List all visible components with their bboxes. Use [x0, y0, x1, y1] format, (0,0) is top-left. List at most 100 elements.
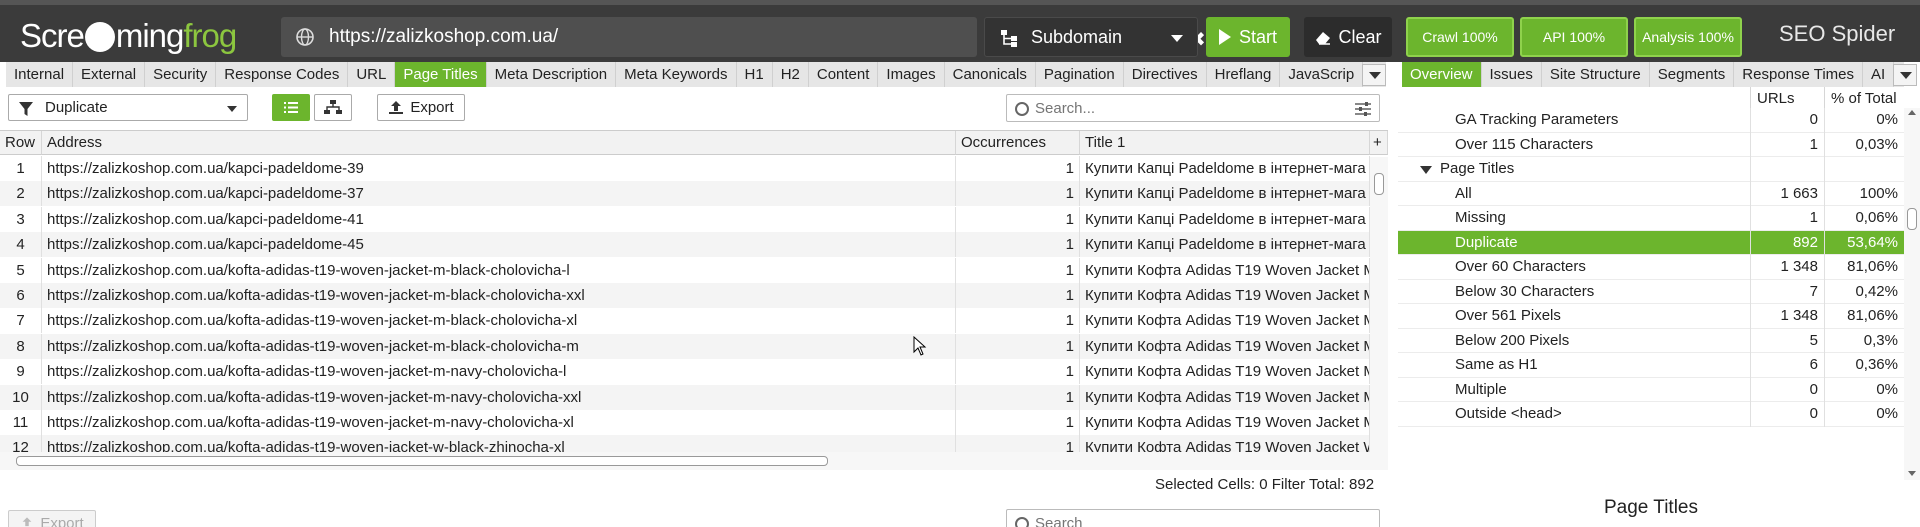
arrow-up-icon[interactable]	[1908, 110, 1916, 115]
cell-row-number[interactable]: 9	[0, 359, 42, 385]
column-header-address[interactable]: Address	[42, 131, 956, 155]
cell-row-number[interactable]: 4	[0, 232, 42, 258]
overview-item[interactable]: All 1 663 100%	[1398, 181, 1904, 206]
tab-hreflang[interactable]: Hreflang	[1206, 62, 1281, 87]
search-box[interactable]	[1006, 94, 1380, 122]
tree-view-button[interactable]	[314, 94, 352, 121]
column-header-row[interactable]: Row	[0, 131, 42, 155]
cell-title[interactable]: Купити Кофта Adidas T19 Woven Jacket M	[1080, 283, 1370, 308]
tab-directives[interactable]: Directives	[1123, 62, 1207, 87]
scrollbar-thumb[interactable]	[1907, 208, 1917, 230]
cell-address[interactable]: https://zalizkoshop.com.ua/kofta-adidas-…	[42, 308, 956, 334]
export-button[interactable]: Export	[377, 94, 465, 121]
table-row[interactable]: 3 https://zalizkoshop.com.ua/kapci-padeld…	[0, 206, 1370, 232]
cell-address[interactable]: https://zalizkoshop.com.ua/kofta-adidas-…	[42, 384, 956, 410]
tab-security[interactable]: Security	[145, 62, 217, 87]
scrollbar-thumb[interactable]	[16, 456, 828, 466]
table-row[interactable]: 1 https://zalizkoshop.com.ua/kapci-padeld…	[0, 156, 1370, 181]
overview-item[interactable]: Over 60 Characters 1 348 81,06%	[1398, 255, 1904, 280]
cell-row-number[interactable]: 1	[0, 156, 42, 181]
url-bar[interactable]: https://zalizkoshop.com.ua/ ✖	[281, 17, 1235, 57]
column-header-occurrences[interactable]: Occurrences	[956, 131, 1080, 155]
cell-address[interactable]: https://zalizkoshop.com.ua/kofta-adidas-…	[42, 359, 956, 385]
table-row[interactable]: 12 https://zalizkoshop.com.ua/kofta-adida…	[0, 435, 1370, 452]
cell-address[interactable]: https://zalizkoshop.com.ua/kapci-padeldo…	[42, 156, 956, 181]
tab-meta-keywords[interactable]: Meta Keywords	[616, 62, 737, 87]
sliders-icon[interactable]	[1355, 102, 1371, 116]
cell-occurrences[interactable]: 1	[956, 384, 1080, 410]
overview-item[interactable]: Multiple 0 0%	[1398, 377, 1904, 402]
cell-address[interactable]: https://zalizkoshop.com.ua/kofta-adidas-…	[42, 435, 956, 452]
cell-title[interactable]: Купити Кофта Adidas T19 Woven Jacket W	[1080, 435, 1370, 452]
cell-title[interactable]: Купити Капці Padeldome в інтернет-мага	[1080, 156, 1370, 181]
table-row[interactable]: 6 https://zalizkoshop.com.ua/kofta-adidas…	[0, 283, 1370, 308]
table-row[interactable]: 11 https://zalizkoshop.com.ua/kofta-adida…	[0, 410, 1370, 435]
cell-row-number[interactable]: 8	[0, 333, 42, 359]
vertical-scrollbar[interactable]	[1370, 157, 1388, 452]
tab-external[interactable]: External	[73, 62, 146, 87]
tab-content[interactable]: Content	[808, 62, 879, 87]
overview-item[interactable]: Over 561 Pixels 1 348 81,06%	[1398, 304, 1904, 329]
overview-item[interactable]: Duplicate 892 53,64%	[1398, 230, 1904, 255]
tab-page-titles[interactable]: Page Titles	[395, 62, 487, 87]
cell-title[interactable]: Купити Кофта Adidas T19 Woven Jacket M	[1080, 384, 1370, 410]
crawl-progress-button[interactable]: Crawl 100%	[1406, 17, 1514, 57]
tab-h2[interactable]: H2	[772, 62, 809, 87]
cell-title[interactable]: Купити Кофта Adidas T19 Woven Jacket M	[1080, 308, 1370, 334]
tab-canonicals[interactable]: Canonicals	[944, 62, 1036, 87]
tab-ai[interactable]: AI	[1863, 62, 1895, 87]
cell-title[interactable]: Купити Кофта Adidas T19 Woven Jacket M	[1080, 257, 1370, 283]
tab-site-structure[interactable]: Site Structure	[1541, 62, 1650, 87]
overview-item[interactable]: Missing 1 0,06%	[1398, 206, 1904, 231]
cell-occurrences[interactable]: 1	[956, 359, 1080, 385]
cell-row-number[interactable]: 7	[0, 308, 42, 334]
right-tabs-overflow-button[interactable]	[1893, 64, 1917, 86]
bottom-search-input[interactable]	[1035, 513, 1335, 527]
tab-javascrip[interactable]: JavaScrip	[1280, 62, 1364, 87]
table-row[interactable]: 10 https://zalizkoshop.com.ua/kofta-adida…	[0, 384, 1370, 410]
overview-item[interactable]: Below 30 Characters 7 0,42%	[1398, 279, 1904, 304]
tab-h1[interactable]: H1	[736, 62, 773, 87]
cell-occurrences[interactable]: 1	[956, 435, 1080, 452]
overview-item[interactable]: Page Titles	[1398, 157, 1904, 182]
cell-row-number[interactable]: 3	[0, 206, 42, 232]
cell-row-number[interactable]: 6	[0, 283, 42, 308]
cell-title[interactable]: Купити Кофта Adidas T19 Woven Jacket M	[1080, 410, 1370, 435]
overview-item[interactable]: Below 200 Pixels 5 0,3%	[1398, 328, 1904, 353]
tab-url[interactable]: URL	[348, 62, 396, 87]
overview-item[interactable]: Over 115 Characters 1 0,03%	[1398, 132, 1904, 157]
horizontal-scrollbar[interactable]	[0, 452, 1388, 470]
cell-title[interactable]: Купити Кофта Adidas T19 Woven Jacket M	[1080, 359, 1370, 385]
cell-address[interactable]: https://zalizkoshop.com.ua/kofta-adidas-…	[42, 410, 956, 435]
tab-images[interactable]: Images	[878, 62, 945, 87]
cell-occurrences[interactable]: 1	[956, 410, 1080, 435]
cell-address[interactable]: https://zalizkoshop.com.ua/kofta-adidas-…	[42, 257, 956, 283]
cell-title[interactable]: Купити Кофта Adidas T19 Woven Jacket M	[1080, 333, 1370, 359]
cell-occurrences[interactable]: 1	[956, 181, 1080, 207]
overview-item[interactable]: Same as H1 6 0,36%	[1398, 353, 1904, 378]
tab-response-times[interactable]: Response Times	[1734, 62, 1864, 87]
cell-address[interactable]: https://zalizkoshop.com.ua/kapci-padeldo…	[42, 232, 956, 258]
list-view-button[interactable]	[272, 94, 310, 121]
cell-address[interactable]: https://zalizkoshop.com.ua/kofta-adidas-…	[42, 333, 956, 359]
clear-button[interactable]: Clear	[1304, 17, 1392, 57]
table-row[interactable]: 8 https://zalizkoshop.com.ua/kofta-adidas…	[0, 333, 1370, 359]
table-row[interactable]: 9 https://zalizkoshop.com.ua/kofta-adidas…	[0, 359, 1370, 385]
tab-issues[interactable]: Issues	[1481, 62, 1542, 87]
cell-row-number[interactable]: 5	[0, 257, 42, 283]
tab-pagination[interactable]: Pagination	[1035, 62, 1124, 87]
scrollbar-thumb[interactable]	[1374, 173, 1384, 195]
cell-occurrences[interactable]: 1	[956, 333, 1080, 359]
tab-segments[interactable]: Segments	[1649, 62, 1735, 87]
tab-internal[interactable]: Internal	[6, 62, 74, 87]
cell-occurrences[interactable]: 1	[956, 206, 1080, 232]
tab-response-codes[interactable]: Response Codes	[216, 62, 349, 87]
cell-address[interactable]: https://zalizkoshop.com.ua/kapci-padeldo…	[42, 181, 956, 207]
cell-address[interactable]: https://zalizkoshop.com.ua/kofta-adidas-…	[42, 283, 956, 308]
cell-row-number[interactable]: 10	[0, 384, 42, 410]
arrow-down-icon[interactable]	[1908, 471, 1916, 476]
table-row[interactable]: 7 https://zalizkoshop.com.ua/kofta-adidas…	[0, 308, 1370, 334]
cell-row-number[interactable]: 12	[0, 435, 42, 452]
filter-select[interactable]: Duplicate	[8, 94, 248, 121]
start-button[interactable]: Start	[1206, 17, 1290, 57]
